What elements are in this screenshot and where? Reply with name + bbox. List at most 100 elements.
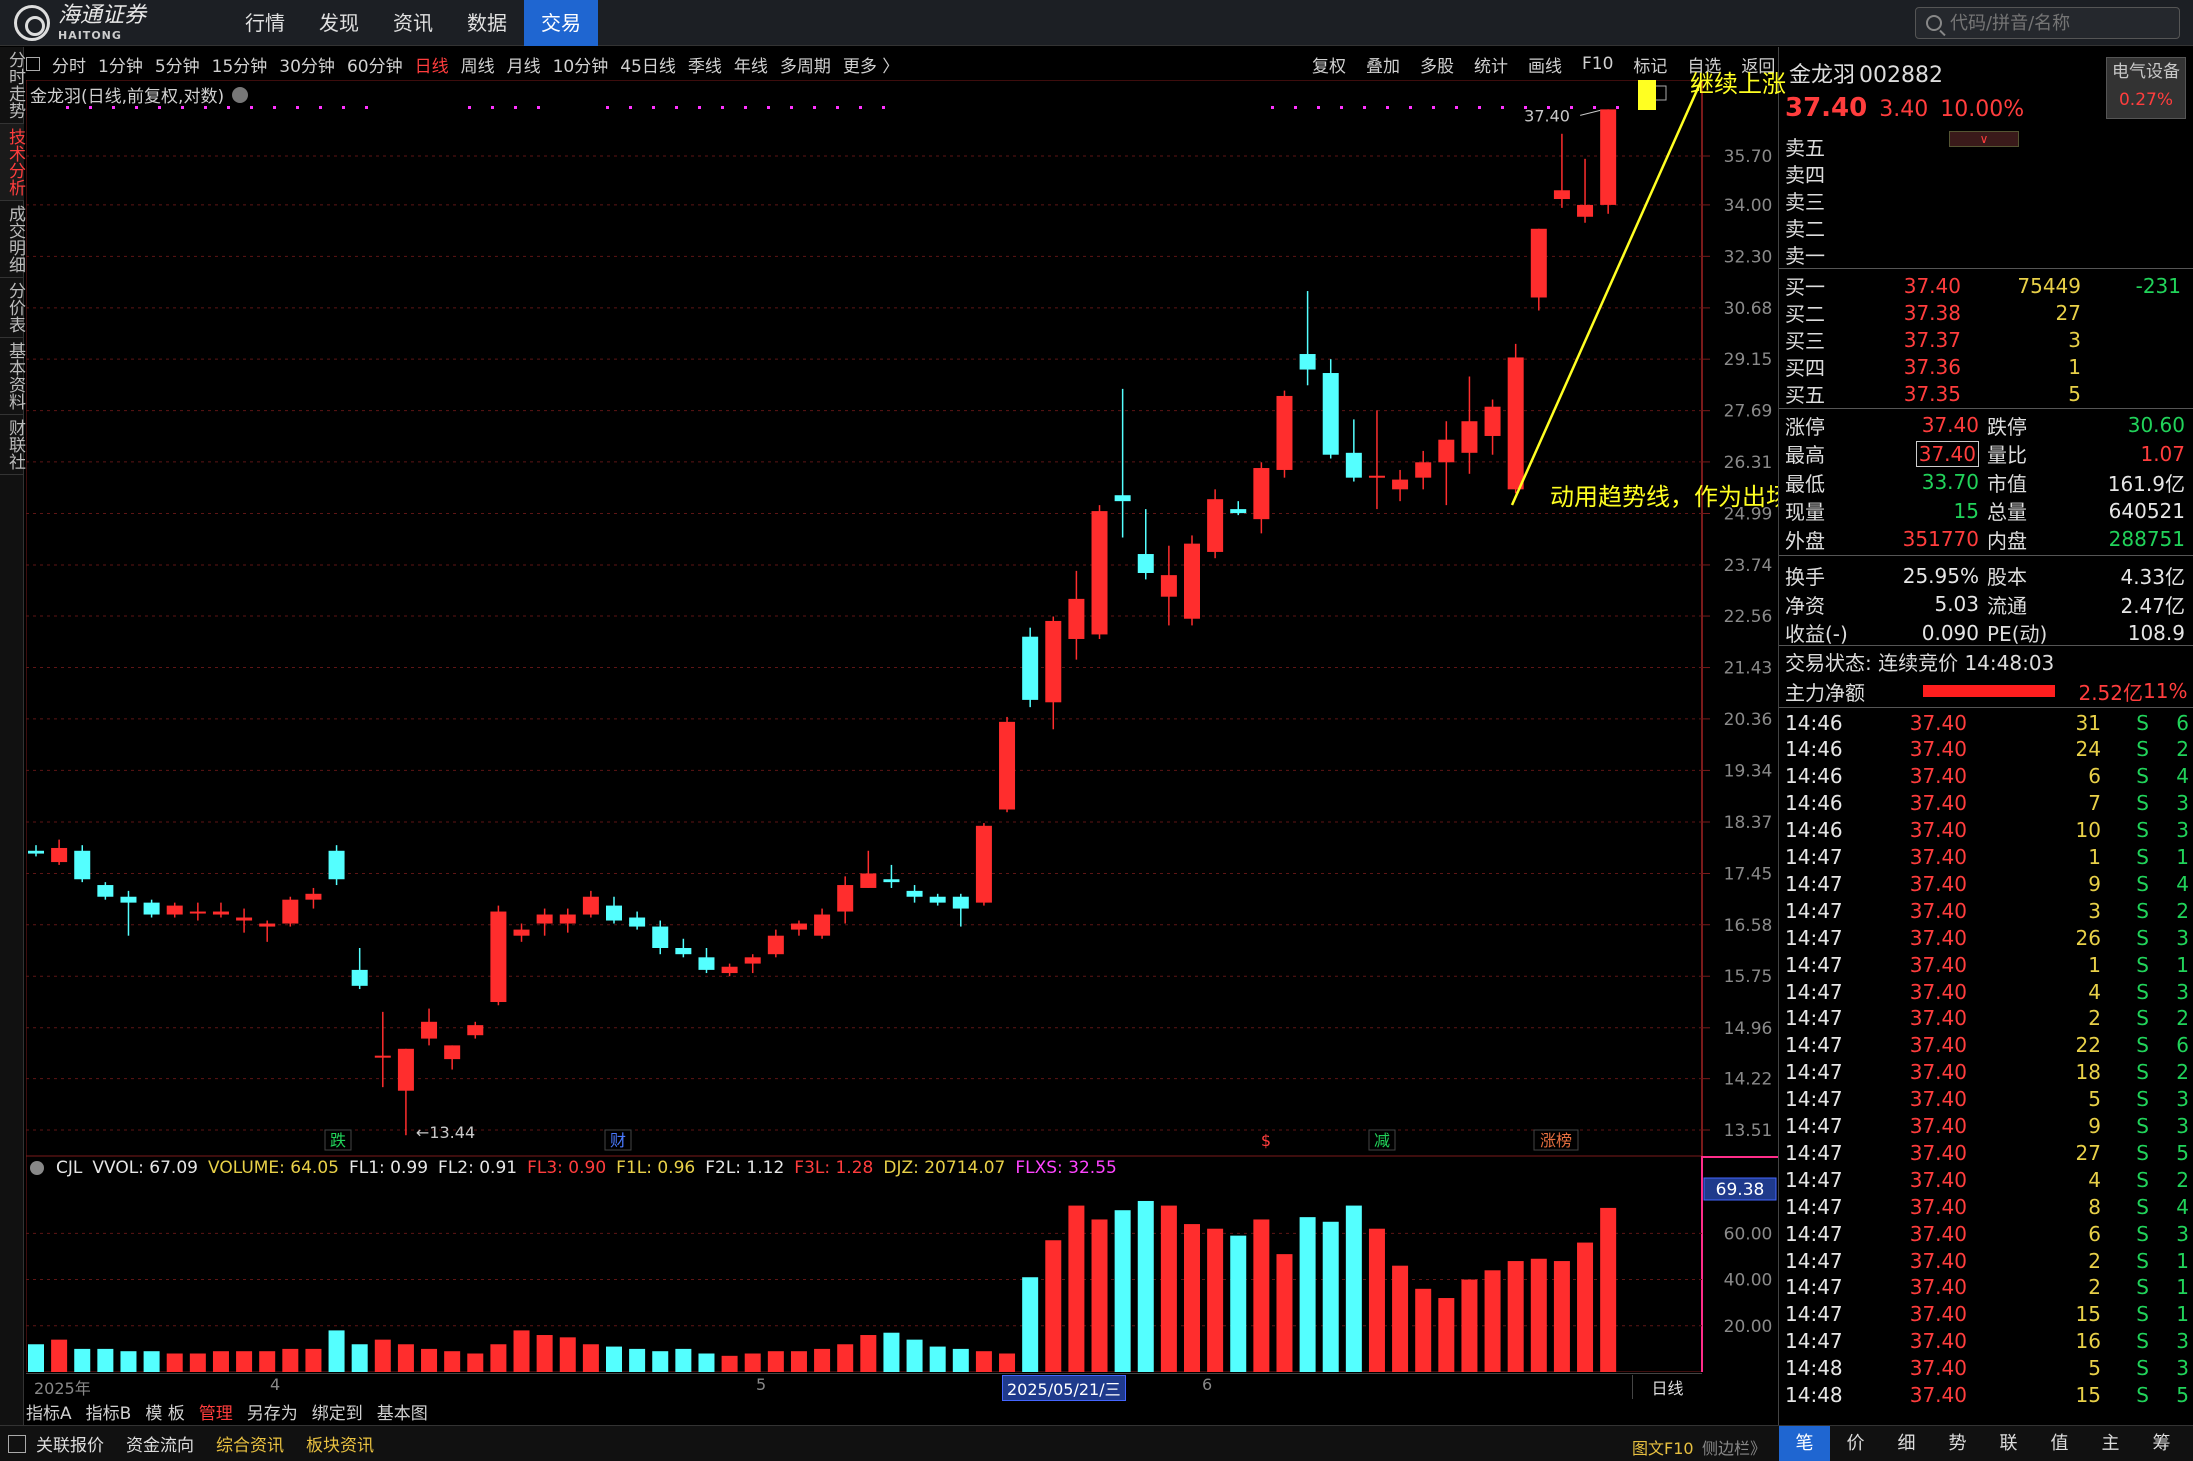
nav-item-1[interactable]: 发现	[302, 0, 376, 46]
chart-tool-3[interactable]: 统计	[1474, 52, 1508, 77]
nav-item-2[interactable]: 资讯	[376, 0, 450, 46]
right-tab-6[interactable]: 主	[2085, 1426, 2136, 1461]
left-tab-1[interactable]: 技术分析	[0, 124, 25, 201]
candle[interactable]	[1045, 616, 1062, 730]
candle[interactable]	[1392, 469, 1409, 502]
ask-row[interactable]: 卖四	[1785, 160, 2185, 187]
candle[interactable]	[1438, 421, 1455, 506]
chart-tool-2[interactable]: 多股	[1420, 52, 1454, 77]
candle[interactable]	[305, 887, 322, 909]
kline-chart[interactable]: 35.7034.0032.3030.6829.1527.6926.3124.99…	[26, 80, 1778, 1156]
candle[interactable]	[351, 947, 368, 990]
candle[interactable]	[1137, 509, 1154, 580]
sidebar-link[interactable]: 侧边栏》	[1702, 1435, 1766, 1459]
candle[interactable]	[189, 902, 206, 921]
candle[interactable]	[1484, 399, 1501, 455]
candle[interactable]	[1230, 501, 1247, 516]
indicator-tab-6[interactable]: 基本图	[377, 1399, 428, 1424]
candle[interactable]	[767, 929, 784, 958]
candle[interactable]	[1068, 570, 1085, 660]
candle[interactable]	[883, 864, 900, 888]
candle[interactable]	[97, 882, 114, 900]
candle[interactable]	[1461, 376, 1478, 474]
candle[interactable]	[1253, 462, 1270, 534]
period-5[interactable]: 60分钟	[347, 52, 403, 77]
bid-row[interactable]: 买一 37.40 75449 -231	[1785, 272, 2185, 300]
search-box[interactable]	[1915, 7, 2180, 39]
period-2[interactable]: 5分钟	[155, 52, 200, 77]
candle[interactable]	[929, 893, 946, 906]
candle[interactable]	[652, 920, 669, 955]
candle[interactable]	[1276, 390, 1293, 478]
candle[interactable]	[1530, 228, 1547, 311]
nav-item-3[interactable]: 数据	[450, 0, 524, 46]
bottom-link-0[interactable]: 关联报价	[36, 1431, 104, 1456]
candle[interactable]	[721, 963, 738, 977]
bottom-link-1[interactable]: 资金流向	[126, 1431, 194, 1456]
volume-chart[interactable]: 60.00 40.00 20.00 69.38	[26, 1156, 1778, 1372]
candle[interactable]	[490, 905, 507, 1006]
candle[interactable]	[814, 908, 831, 939]
candle[interactable]	[837, 876, 854, 924]
bottom-link-3[interactable]: 板块资讯	[306, 1431, 374, 1456]
period-11[interactable]: 季线	[688, 52, 722, 77]
left-tab-0[interactable]: 分时走势	[0, 47, 25, 124]
period-14[interactable]: 更多 〉	[843, 52, 899, 77]
chart-tool-4[interactable]: 画线	[1528, 52, 1562, 77]
period-0[interactable]: 分时	[52, 52, 86, 77]
candle[interactable]	[166, 902, 183, 918]
period-7[interactable]: 周线	[461, 52, 495, 77]
panel-toggle-icon[interactable]	[8, 1434, 26, 1453]
right-tab-4[interactable]: 联	[1983, 1426, 2034, 1461]
event-marker[interactable]: $	[1261, 1131, 1271, 1150]
candle[interactable]	[74, 845, 91, 883]
left-tab-5[interactable]: 财联社	[0, 415, 25, 475]
candle[interactable]	[51, 839, 68, 865]
candle[interactable]	[906, 885, 923, 903]
period-4[interactable]: 30分钟	[279, 52, 335, 77]
right-tab-1[interactable]: 价	[1830, 1426, 1881, 1461]
bottom-link-2[interactable]: 综合资讯	[216, 1431, 284, 1456]
candle[interactable]	[606, 896, 622, 924]
candle[interactable]	[212, 902, 229, 918]
period-8[interactable]: 月线	[507, 52, 541, 77]
candle[interactable]	[143, 899, 160, 918]
candle[interactable]	[1507, 343, 1524, 494]
candle[interactable]	[1022, 627, 1039, 708]
right-tab-7[interactable]: 筹	[2136, 1426, 2187, 1461]
layout-toggle-icon[interactable]	[26, 57, 40, 71]
chart-tool-0[interactable]: 复权	[1312, 52, 1346, 77]
candle[interactable]	[1368, 410, 1385, 510]
candle[interactable]	[1114, 388, 1131, 538]
right-tab-3[interactable]: 势	[1932, 1426, 1983, 1461]
trend-top-annotation[interactable]: 继续上涨	[1690, 64, 1786, 99]
period-6[interactable]: 日线	[415, 52, 449, 77]
period-12[interactable]: 年线	[734, 52, 768, 77]
candle[interactable]	[120, 890, 137, 936]
indicator-tab-5[interactable]: 绑定到	[312, 1399, 363, 1424]
candle[interactable]	[513, 923, 530, 942]
candle[interactable]	[467, 1021, 484, 1039]
bid-row[interactable]: 买四 37.36 1	[1785, 353, 2185, 381]
period-3[interactable]: 15分钟	[212, 52, 268, 77]
candle[interactable]	[328, 845, 345, 886]
ask-row[interactable]: 卖二	[1785, 214, 2185, 241]
candle[interactable]	[698, 947, 715, 974]
candle[interactable]	[559, 908, 576, 933]
search-input[interactable]	[1950, 12, 2160, 34]
candle[interactable]	[282, 896, 299, 927]
candle[interactable]	[999, 716, 1016, 813]
candle[interactable]	[536, 908, 553, 936]
ask-row[interactable]: 卖一	[1785, 241, 2185, 268]
chart-settings-icon[interactable]	[232, 86, 249, 103]
candle[interactable]	[1600, 109, 1617, 214]
indicator-tab-1[interactable]: 指标B	[86, 1399, 132, 1424]
right-tab-0[interactable]: 笔	[1779, 1426, 1830, 1461]
candle[interactable]	[1184, 535, 1200, 626]
candle[interactable]	[236, 908, 253, 933]
period-1[interactable]: 1分钟	[98, 52, 143, 77]
event-marker[interactable]: 涨榜	[1540, 1131, 1572, 1150]
bid-row[interactable]: 买二 37.38 27	[1785, 299, 2185, 327]
right-tab-5[interactable]: 值	[2034, 1426, 2085, 1461]
f10-link[interactable]: 图文F10	[1632, 1435, 1694, 1459]
